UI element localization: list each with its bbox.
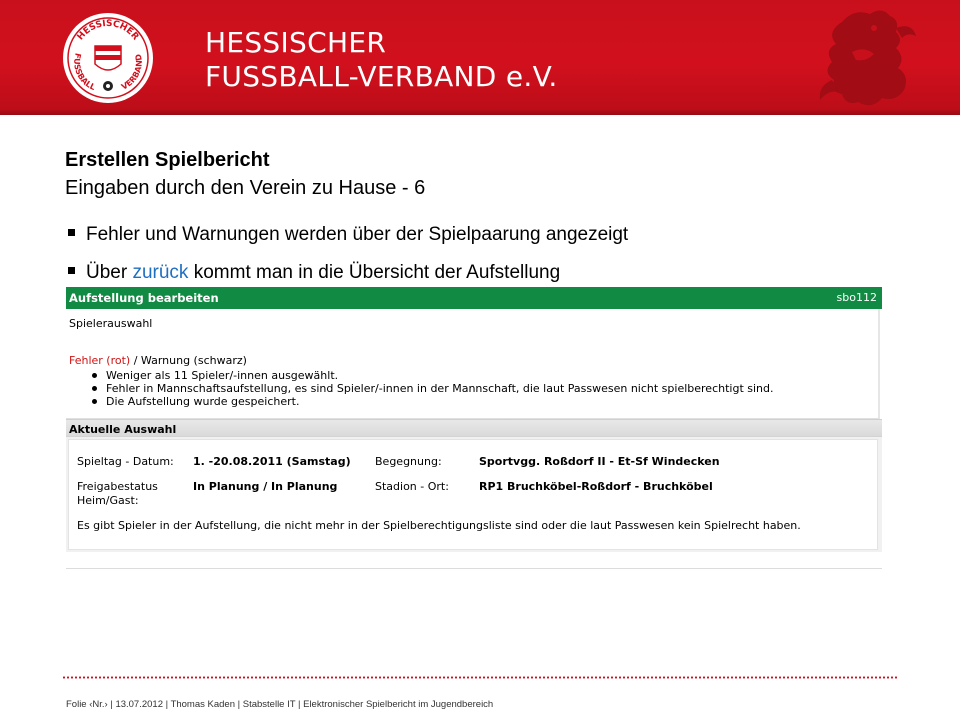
freigabe-label-2: Heim/Gast: [77,494,139,507]
screenshot-panel: Aufstellung bearbeiten sbo112 Spieleraus… [66,287,882,569]
section-heading: Spielerauswahl [69,317,153,330]
organization-name: HESSISCHER FUSSBALL-VERBAND e.V. [205,26,558,94]
bullet-item-back: Über zurück kommt man in die Übersicht d… [68,261,560,285]
panel-code: sbo112 [836,291,877,304]
footer-text: Folie ‹Nr.› | 13.07.2012 | Thomas Kaden … [66,699,494,710]
organization-name-line1: HESSISCHER [205,26,387,59]
freigabe-label: Freigabestatus [77,480,158,493]
bullet-text-pre: Über [86,262,133,283]
slide-title: Erstellen Spielbericht [65,149,270,171]
list-item: Die Aufstellung wurde gespeichert. [92,395,774,408]
panel-body: Spielerauswahl Fehler (rot) / Warnung (s… [66,309,880,419]
legend-warning: / Warnung (schwarz) [130,354,247,367]
back-link[interactable]: zurück [132,262,188,283]
bullet-text-post: kommt man in die Übersicht der Aufstellu… [188,262,561,283]
selection-header: Aktuelle Auswahl [66,419,882,437]
banner-shadow [0,109,960,115]
bullet-square-icon [68,229,75,237]
panel-header: Aufstellung bearbeiten sbo112 [66,287,882,309]
selection-note: Es gibt Spieler in der Aufstellung, die … [77,519,801,532]
header-banner: HESSISCHER FUSSBALL VERBAND HESSISCHER F… [0,0,960,115]
spieltag-value: 1. -20.08.2011 (Samstag) [193,455,351,468]
list-item: Weniger als 11 Spieler/-innen ausgewählt… [92,369,774,382]
panel-title: Aufstellung bearbeiten [69,291,219,305]
current-selection-section: Aktuelle Auswahl Spieltag - Datum: 1. -2… [66,419,882,552]
begegnung-label: Begegnung: [375,455,442,468]
selection-body: Spieltag - Datum: 1. -20.08.2011 (Samsta… [68,439,878,550]
freigabe-value: In Planung / In Planung [193,480,338,493]
bullet-square-icon [68,267,75,275]
spieltag-label: Spieltag - Datum: [77,455,174,468]
stadion-label: Stadion - Ort: [375,480,449,493]
list-item: Fehler in Mannschaftsaufstellung, es sin… [92,382,774,395]
footer-divider [62,676,898,679]
organization-name-line2: FUSSBALL-VERBAND e.V. [205,60,558,93]
hfv-logo-icon: HESSISCHER FUSSBALL VERBAND [63,13,153,103]
message-legend: Fehler (rot) / Warnung (schwarz) [69,354,247,367]
stadion-value: RP1 Bruchköbel-Roßdorf - Bruchköbel [479,480,713,493]
message-list: Weniger als 11 Spieler/-innen ausgewählt… [92,369,774,408]
begegnung-value: Sportvgg. Roßdorf II - Et-Sf Windecken [479,455,720,468]
legend-error: Fehler (rot) [69,354,131,367]
lion-emblem-icon [819,10,916,106]
bullet-item-errors: Fehler und Warnungen werden über der Spi… [68,223,628,247]
selection-title: Aktuelle Auswahl [69,423,177,436]
bullet-text: Fehler und Warnungen werden über der Spi… [86,224,629,245]
slide-subtitle: Eingaben durch den Verein zu Hause - 6 [65,177,426,199]
